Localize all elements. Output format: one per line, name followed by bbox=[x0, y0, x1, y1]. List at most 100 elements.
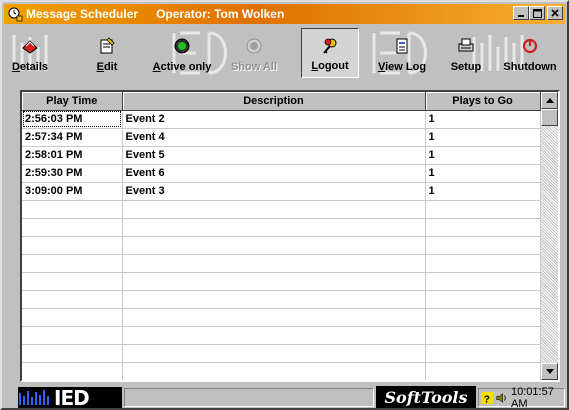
empty-cell bbox=[122, 254, 426, 273]
empty-table-row bbox=[22, 254, 541, 273]
empty-cell bbox=[22, 272, 123, 291]
title-bar[interactable]: Message Scheduler Operator: Tom Wolken bbox=[4, 4, 565, 24]
cell-description: Event 4 bbox=[122, 128, 426, 147]
shutdown-icon bbox=[522, 38, 538, 54]
arrow-up-icon bbox=[545, 98, 554, 103]
empty-cell bbox=[425, 362, 541, 380]
empty-cell bbox=[22, 218, 123, 237]
cell-play-time: 2:58:01 PM bbox=[22, 146, 123, 165]
empty-cell bbox=[22, 326, 123, 345]
app-window: Message Scheduler Operator: Tom Wolken D… bbox=[0, 0, 569, 410]
keys-icon bbox=[323, 38, 337, 54]
empty-cell bbox=[22, 200, 123, 219]
details-icon bbox=[22, 40, 38, 54]
empty-cell bbox=[425, 272, 541, 291]
arrow-down-icon bbox=[545, 369, 554, 374]
column-header-plays-to-go[interactable]: Plays to Go bbox=[425, 92, 541, 111]
empty-table-row bbox=[22, 344, 541, 363]
setup-button[interactable]: Setup bbox=[447, 28, 485, 78]
empty-cell bbox=[425, 218, 541, 237]
empty-cell bbox=[122, 236, 426, 255]
cell-play-time: 2:59:30 PM bbox=[22, 164, 123, 183]
ied-logo-text: IED bbox=[54, 385, 90, 410]
minimize-button[interactable] bbox=[513, 6, 529, 20]
cell-play-time: 2:57:34 PM bbox=[22, 128, 123, 147]
operator-label: Operator: Tom Wolken bbox=[156, 7, 285, 21]
cell-play-time: 3:09:00 PM bbox=[22, 182, 123, 201]
empty-cell bbox=[122, 290, 426, 309]
maximize-button[interactable] bbox=[529, 6, 545, 20]
table-row[interactable]: 2:56:03 PM Event 21 bbox=[22, 110, 541, 129]
toolbar: Details Edit Active only Show All Logout… bbox=[4, 25, 565, 81]
shutdown-button[interactable]: Shutdown bbox=[501, 28, 559, 78]
show-all-icon bbox=[246, 38, 262, 54]
empty-table-row bbox=[22, 362, 541, 380]
empty-cell bbox=[122, 218, 426, 237]
empty-cell bbox=[22, 290, 123, 309]
cell-description: Event 3 bbox=[122, 182, 426, 201]
empty-table-row bbox=[22, 326, 541, 345]
show-all-button[interactable]: Show All bbox=[228, 28, 280, 78]
cell-plays-to-go: 1 bbox=[425, 128, 541, 147]
empty-table-row bbox=[22, 236, 541, 255]
empty-cell bbox=[425, 290, 541, 309]
empty-cell bbox=[122, 326, 426, 345]
help-icon[interactable]: ? bbox=[481, 391, 493, 405]
empty-table-row bbox=[22, 290, 541, 309]
scroll-thumb[interactable] bbox=[541, 109, 558, 126]
ied-soundwave-icon bbox=[19, 389, 49, 405]
table-row[interactable]: 2:57:34 PM Event 41 bbox=[22, 128, 541, 147]
empty-cell bbox=[425, 254, 541, 273]
schedule-table: Play Time Description Plays to Go 2:56:0… bbox=[22, 92, 541, 380]
scheduler-app-icon bbox=[8, 7, 23, 22]
logout-button[interactable]: Logout bbox=[301, 28, 359, 78]
empty-cell bbox=[122, 272, 426, 291]
setup-icon bbox=[458, 38, 474, 52]
empty-cell bbox=[22, 236, 123, 255]
status-bar: IED SoftTools ? 10:01:57 AM bbox=[4, 385, 565, 410]
empty-cell bbox=[122, 200, 426, 219]
empty-table-row bbox=[22, 272, 541, 291]
empty-table-row bbox=[22, 218, 541, 237]
empty-cell bbox=[122, 362, 426, 380]
cell-description: Event 6 bbox=[122, 164, 426, 183]
system-tray: ? 10:01:57 AM bbox=[478, 385, 565, 410]
cell-plays-to-go: 1 bbox=[425, 164, 541, 183]
cell-plays-to-go: 1 bbox=[425, 146, 541, 165]
cell-description: Event 5 bbox=[122, 146, 426, 165]
softtools-logo: SoftTools bbox=[376, 386, 476, 408]
empty-cell bbox=[425, 308, 541, 327]
cell-description: Event 2 bbox=[122, 110, 426, 129]
cell-play-time: 2:56:03 PM bbox=[22, 110, 123, 129]
speaker-icon[interactable] bbox=[495, 391, 507, 405]
column-header-play-time[interactable]: Play Time bbox=[22, 92, 123, 111]
close-button[interactable] bbox=[547, 6, 563, 20]
log-icon bbox=[396, 38, 408, 54]
svg-text:?: ? bbox=[484, 394, 490, 405]
empty-cell bbox=[122, 308, 426, 327]
table-row[interactable]: 2:59:30 PM Event 61 bbox=[22, 164, 541, 183]
table-row[interactable]: 3:09:00 PM Event 31 bbox=[22, 182, 541, 201]
empty-cell bbox=[22, 308, 123, 327]
scroll-down-button[interactable] bbox=[541, 363, 558, 380]
empty-table-row bbox=[22, 200, 541, 219]
empty-cell bbox=[22, 344, 123, 363]
empty-cell bbox=[122, 344, 426, 363]
maximize-icon bbox=[532, 8, 542, 18]
view-log-button[interactable]: View Log bbox=[374, 28, 430, 78]
empty-cell bbox=[425, 344, 541, 363]
details-button[interactable]: Details bbox=[8, 28, 52, 78]
schedule-grid[interactable]: Play Time Description Plays to Go 2:56:0… bbox=[20, 90, 560, 382]
empty-cell bbox=[425, 326, 541, 345]
active-only-button[interactable]: Active only bbox=[148, 28, 216, 78]
edit-button[interactable]: Edit bbox=[92, 28, 122, 78]
empty-cell bbox=[425, 200, 541, 219]
minimize-icon bbox=[518, 15, 524, 17]
ied-logo: IED bbox=[18, 385, 122, 410]
clock: 10:01:57 AM bbox=[511, 385, 554, 410]
scroll-up-button[interactable] bbox=[541, 92, 558, 109]
vertical-scrollbar[interactable] bbox=[541, 92, 558, 380]
column-header-description[interactable]: Description bbox=[122, 92, 426, 111]
table-row[interactable]: 2:58:01 PM Event 51 bbox=[22, 146, 541, 165]
empty-table-row bbox=[22, 308, 541, 327]
